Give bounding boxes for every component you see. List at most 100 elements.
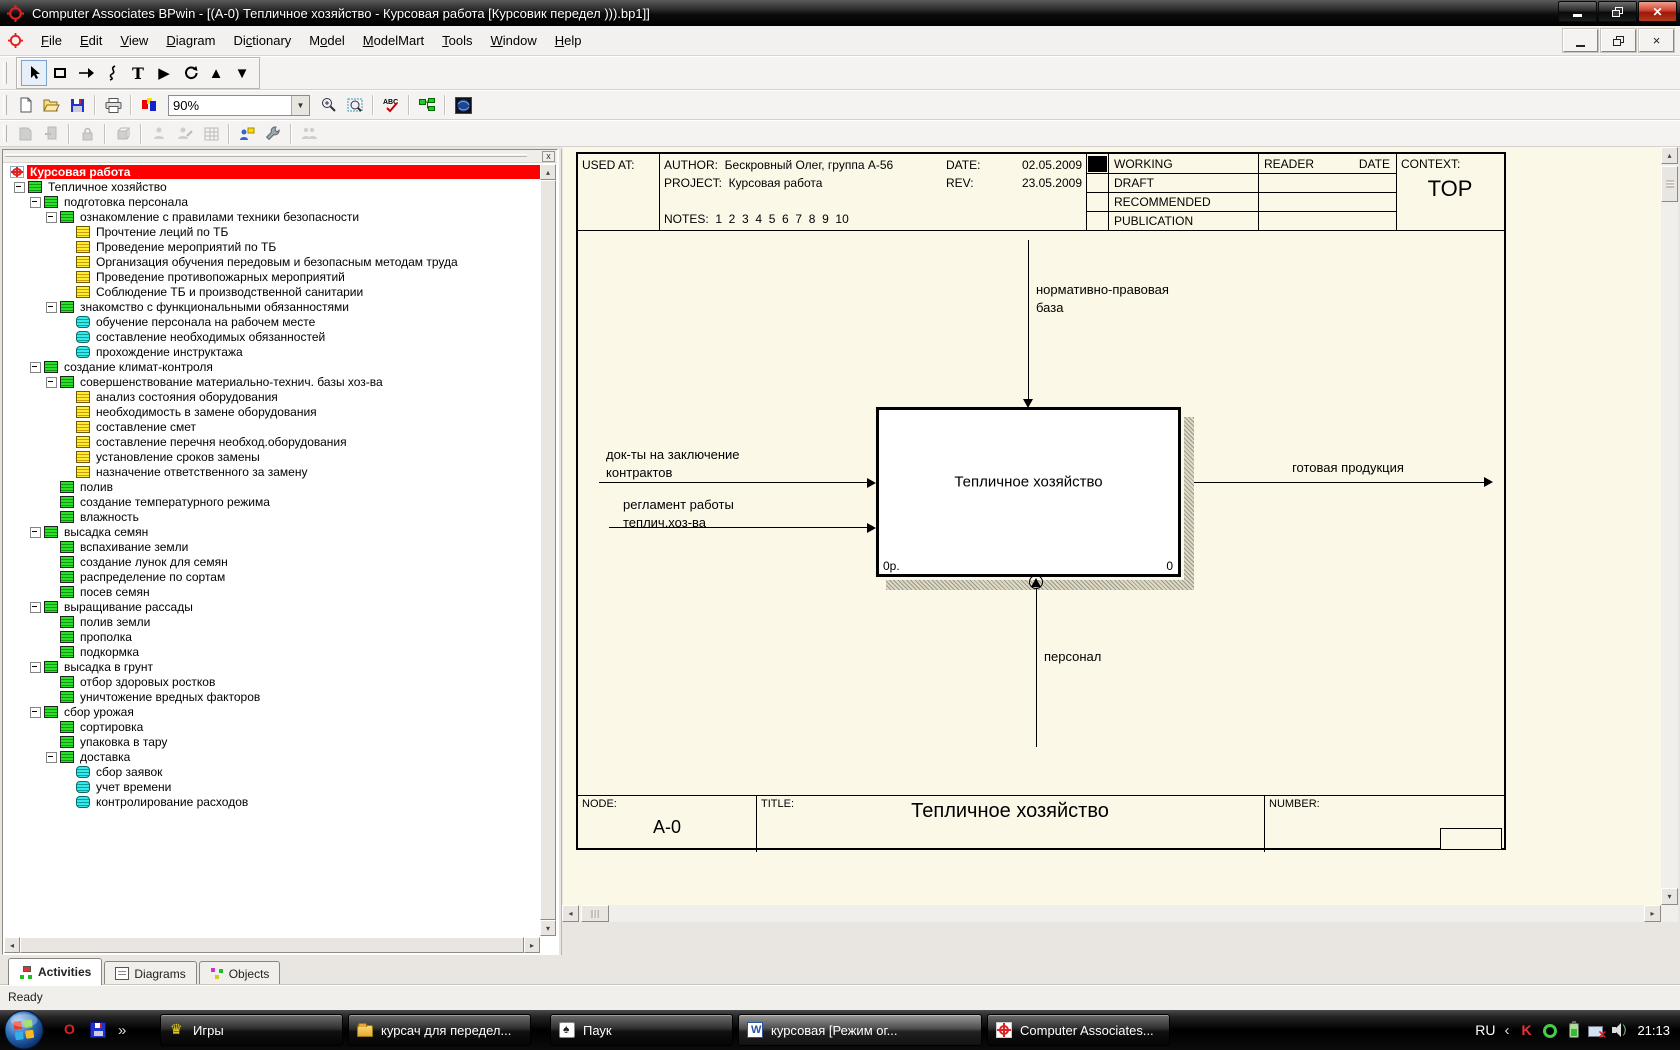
model-explorer-icon[interactable]	[415, 93, 439, 117]
quicklaunch-overflow-icon[interactable]: »	[118, 1022, 126, 1039]
panel-header[interactable]: x	[3, 150, 557, 163]
node-value[interactable]: A-0	[578, 817, 756, 838]
control-arrow-label[interactable]: нормативно-правовая	[1036, 282, 1169, 297]
tree-item[interactable]: назначение ответственного за замену	[4, 464, 540, 479]
tree-expander-icon[interactable]	[44, 689, 60, 704]
scroll-up-icon[interactable]: ▴	[1661, 147, 1678, 164]
tree-item[interactable]: вспахивание земли	[4, 539, 540, 554]
tree-expander-icon[interactable]	[44, 614, 60, 629]
volume-icon[interactable]: )	[1612, 1022, 1628, 1038]
menu-item[interactable]: ModelMart	[354, 29, 433, 52]
tree-expander-icon[interactable]	[60, 284, 76, 299]
tree-expander-icon[interactable]	[60, 269, 76, 284]
input-arrow-1[interactable]	[599, 482, 868, 483]
tree-item[interactable]: влажность	[4, 509, 540, 524]
menu-item[interactable]: Diagram	[157, 29, 224, 52]
input1-label[interactable]: док-ты на заключение	[606, 447, 740, 462]
mechanism-arrow-label[interactable]: персонал	[1044, 649, 1101, 664]
toolbar-grip[interactable]	[3, 61, 7, 85]
tray-collapse-icon[interactable]: ‹	[1504, 1022, 1509, 1039]
zoom-dropdown-arrow[interactable]: ▼	[291, 95, 309, 115]
diagram-hscrollbar[interactable]: ◂ ▸	[562, 905, 1661, 922]
menu-item[interactable]: View	[111, 29, 157, 52]
tree-item[interactable]: установление сроков замены	[4, 449, 540, 464]
save-icon[interactable]	[65, 93, 89, 117]
language-indicator[interactable]: RU	[1475, 1022, 1495, 1038]
tree-item[interactable]: прохождение инструктажа	[4, 344, 540, 359]
tree-expander-icon[interactable]	[60, 344, 76, 359]
tree-expander-icon[interactable]	[60, 329, 76, 344]
control-arrow-label2[interactable]: база	[1036, 300, 1063, 315]
tree-expander-icon[interactable]	[44, 584, 60, 599]
tree-item[interactable]: создание лунок для семян	[4, 554, 540, 569]
tree-expander-icon[interactable]	[44, 749, 60, 764]
tree-expander-icon[interactable]	[60, 419, 76, 434]
mdi-restore-button[interactable]	[1601, 29, 1636, 52]
tree-expander-icon[interactable]	[44, 494, 60, 509]
tree-expander-icon[interactable]	[60, 764, 76, 779]
mdi-child-icon[interactable]	[8, 33, 23, 48]
taskbar-button[interactable]: Паук	[550, 1014, 733, 1046]
taskbar-button[interactable]: курсач для передел...	[348, 1014, 531, 1046]
tree-item[interactable]: упаковка в тару	[4, 734, 540, 749]
tree-item[interactable]: подкормка	[4, 644, 540, 659]
tree-expander-icon[interactable]	[44, 629, 60, 644]
menu-item[interactable]: Tools	[433, 29, 481, 52]
tree-expander-icon[interactable]	[60, 254, 76, 269]
network-icon[interactable]	[1588, 1025, 1606, 1042]
control-arrow[interactable]	[1028, 240, 1029, 400]
tree-expander-icon[interactable]	[60, 464, 76, 479]
tree-expander-icon[interactable]	[60, 794, 76, 809]
tree-expander-icon[interactable]	[44, 719, 60, 734]
minimize-button[interactable]	[1558, 1, 1597, 22]
tree-item[interactable]: Прочтение леций по ТБ	[4, 224, 540, 239]
tree-item[interactable]: составление перечня необход.оборудования	[4, 434, 540, 449]
tree-expander-icon[interactable]	[44, 554, 60, 569]
menu-item[interactable]: Edit	[71, 29, 111, 52]
web-icon[interactable]	[451, 93, 475, 117]
tree-item[interactable]: Соблюдение ТБ и производственной санитар…	[4, 284, 540, 299]
tree-item[interactable]: сортировка	[4, 719, 540, 734]
tree-item[interactable]: ознакомление с правилами техники безопас…	[4, 209, 540, 224]
scroll-left-icon[interactable]: ◂	[562, 905, 579, 922]
start-button[interactable]	[3, 1009, 45, 1050]
tree-item[interactable]: сбор урожая	[4, 704, 540, 719]
new-icon[interactable]	[13, 93, 37, 117]
tree-item[interactable]: необходимость в замене оборудования	[4, 404, 540, 419]
input2-label2[interactable]: теплич.хоз-ва	[623, 515, 706, 530]
tree-item[interactable]: знакомство с функциональными обязанностя…	[4, 299, 540, 314]
squiggle-tool[interactable]	[99, 60, 125, 86]
arrow-tool[interactable]	[73, 60, 99, 86]
mdi-minimize-button[interactable]	[1563, 29, 1598, 52]
scroll-left-icon[interactable]: ◂	[4, 937, 20, 953]
tree-expander-icon[interactable]	[28, 194, 44, 209]
go-child-tool[interactable]: ▶	[151, 60, 177, 86]
tree-expander-icon[interactable]	[60, 239, 76, 254]
tree-item[interactable]: сбор заявок	[4, 764, 540, 779]
tree-vscrollbar[interactable]: ▴ ▾	[540, 164, 556, 936]
title-value[interactable]: Тепличное хозяйство	[756, 800, 1264, 823]
menu-item[interactable]: Help	[546, 29, 591, 52]
taskbar-button[interactable]: курсовая [Режим ог...	[738, 1014, 982, 1046]
tree-item[interactable]: Проведение мероприятий по ТБ	[4, 239, 540, 254]
user-properties-icon[interactable]	[235, 122, 259, 146]
panel-close-icon[interactable]: x	[542, 151, 555, 162]
kaspersky-icon[interactable]	[1518, 1022, 1534, 1038]
input1-label2[interactable]: контрактов	[606, 465, 672, 480]
tree-item[interactable]: уничтожение вредных факторов	[4, 689, 540, 704]
tree-expander-icon[interactable]	[44, 374, 60, 389]
tree-item[interactable]: анализ состояния оборудования	[4, 389, 540, 404]
toolbar-grip[interactable]	[3, 124, 7, 143]
spellcheck-icon[interactable]: ABC	[379, 93, 403, 117]
opera-icon[interactable]	[62, 1021, 78, 1038]
diagram-vscrollbar[interactable]: ▴ ▾	[1661, 147, 1678, 905]
toolbar-grip[interactable]	[3, 95, 7, 115]
clock[interactable]: 21:13	[1637, 1023, 1670, 1038]
explorer-tab[interactable]: Objects	[198, 961, 281, 985]
tree-item[interactable]: высадка в грунт	[4, 659, 540, 674]
tree-expander-icon[interactable]	[28, 524, 44, 539]
tree-item[interactable]: контролирование расходов	[4, 794, 540, 809]
battery-icon[interactable]	[1569, 1020, 1580, 1038]
go-down-tool[interactable]: ▼	[229, 60, 255, 86]
explorer-tab[interactable]: Activities	[8, 958, 103, 985]
